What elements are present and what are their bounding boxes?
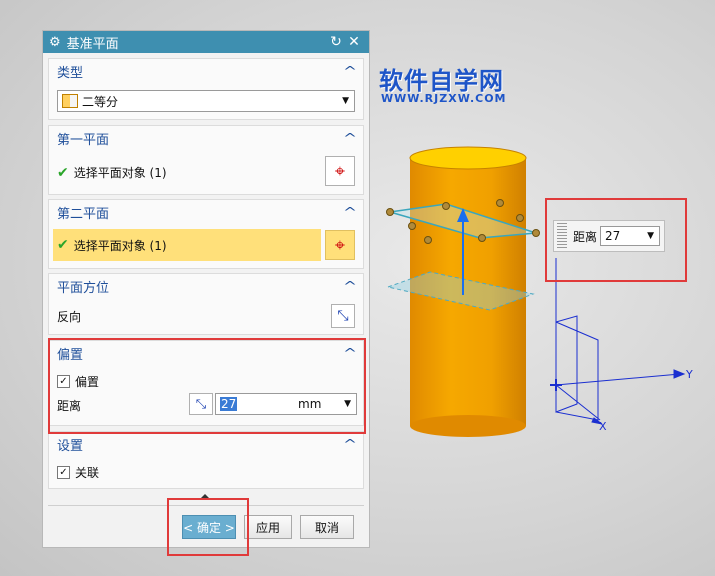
crosshair-icon: ⌖ (334, 234, 346, 256)
section-first-plane: 第一平面 ^ ✔ 选择平面对象 (1) ⌖ (48, 125, 364, 195)
chevron-down-icon[interactable]: ▼ (342, 96, 349, 106)
section-settings-header[interactable]: 设置 ^ (49, 432, 363, 456)
type-select[interactable]: 二等分 ▼ (57, 90, 355, 112)
first-plane-select-row[interactable]: ✔ 选择平面对象 (1) (57, 164, 167, 181)
reverse-direction-button[interactable]: ⤡ (331, 304, 355, 328)
section-first-plane-header[interactable]: 第一平面 ^ (49, 126, 363, 150)
dialog-titlebar[interactable]: ⚙ 基准平面 ↻ ✕ (43, 31, 369, 53)
annotation-box-offset (48, 338, 366, 434)
associative-label: 关联 (75, 466, 100, 480)
section-type-title: 类型 (57, 65, 84, 81)
section-orientation: 平面方位 ^ 反向 ⤡ (48, 273, 364, 335)
axis-x-label: X (599, 420, 607, 433)
annotation-box-floating (545, 198, 687, 282)
section-first-plane-title: 第一平面 (57, 132, 110, 148)
section-second-plane: 第二平面 ^ ✔ 选择平面对象 (1) ⌖ (48, 199, 364, 269)
collapse-caret-icon[interactable]: ^ (343, 64, 357, 78)
gear-icon[interactable]: ⚙ (49, 35, 61, 50)
second-plane-select-row[interactable]: ✔ 选择平面对象 (1) (53, 229, 321, 261)
datum-plane-dialog: ⚙ 基准平面 ↻ ✕ 类型 ^ 二等分 ▼ 第一平面 ^ ✔ 选择平面对象 (1… (42, 30, 370, 548)
checkmark-icon: ✔ (57, 164, 69, 181)
reset-icon[interactable]: ↻ (327, 34, 345, 50)
section-settings-title: 设置 (57, 438, 84, 454)
section-orientation-header[interactable]: 平面方位 ^ (49, 274, 363, 298)
collapse-caret-icon[interactable]: ^ (343, 131, 357, 145)
checkmark-icon: ✔ (57, 237, 69, 253)
collapse-caret-icon[interactable]: ^ (343, 205, 357, 219)
section-orientation-title: 平面方位 (57, 280, 110, 296)
datum-csys[interactable] (550, 258, 686, 425)
collapse-caret-icon[interactable]: ^ (343, 279, 357, 293)
reverse-direction-icon: ⤡ (337, 308, 349, 324)
associative-checkbox[interactable]: ✓ (57, 466, 70, 479)
associative-checkbox-row[interactable]: ✓ 关联 (57, 464, 99, 481)
bisector-type-icon (62, 94, 78, 108)
plane-dialog-button[interactable]: ⌖ (325, 230, 355, 260)
section-second-plane-header[interactable]: 第二平面 ^ (49, 200, 363, 224)
reverse-row: 反向 (57, 308, 81, 325)
watermark-logo-url: WWW.RJZXW.COM (381, 92, 507, 105)
annotation-box-ok (167, 498, 249, 556)
second-plane-select-label: 选择平面对象 (1) (73, 238, 167, 253)
section-type: 类型 ^ 二等分 ▼ (48, 58, 364, 120)
type-select-value: 二等分 (82, 94, 119, 109)
axis-y-label: Y (685, 368, 693, 381)
watermark-logo-cn: 软件自学网 (379, 67, 504, 95)
close-icon[interactable]: ✕ (345, 34, 363, 50)
plane-dialog-button[interactable]: ⌖ (325, 156, 355, 186)
cancel-button[interactable]: 取消 (300, 515, 354, 539)
reverse-label: 反向 (57, 310, 82, 324)
dialog-title: 基准平面 (66, 36, 119, 52)
apply-button[interactable]: 应用 (244, 515, 292, 539)
section-second-plane-title: 第二平面 (57, 206, 110, 222)
crosshair-icon: ⌖ (334, 160, 346, 182)
section-settings: 设置 ^ ✓ 关联 (48, 431, 364, 489)
first-plane-select-label: 选择平面对象 (1) (73, 166, 167, 180)
section-type-header[interactable]: 类型 ^ (49, 59, 363, 83)
collapse-caret-icon[interactable]: ^ (343, 437, 357, 451)
